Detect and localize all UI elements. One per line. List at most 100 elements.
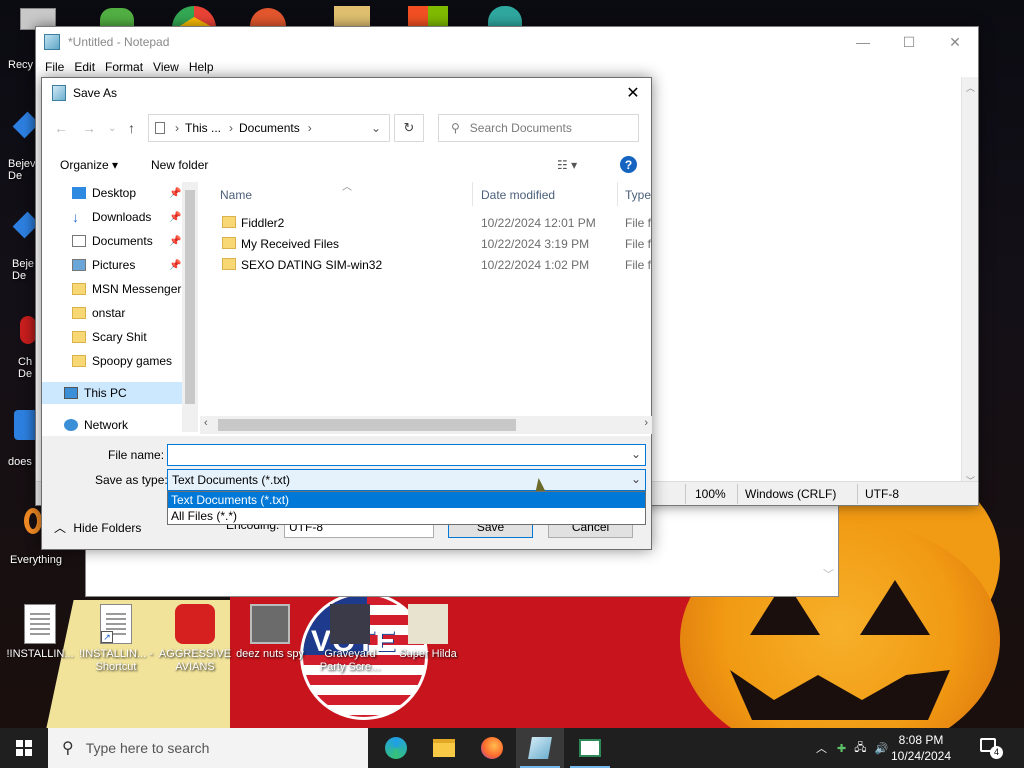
nav-item-this-pc[interactable]: This PC (42, 382, 182, 404)
scroll-left-icon[interactable]: ‹ (204, 417, 208, 429)
app-icon[interactable] (20, 316, 36, 344)
column-name[interactable]: Name (220, 188, 252, 202)
network-icon[interactable]: 🖧 (854, 739, 866, 758)
nav-item-scary-shit[interactable]: Scary Shit (42, 326, 198, 348)
minimize-button[interactable]: — (840, 27, 886, 57)
folder-icon (433, 739, 455, 757)
nav-item-spoopy-games[interactable]: Spoopy games (42, 350, 198, 372)
address-bar[interactable]: › This ... › Documents › ⌄ (148, 114, 390, 142)
nav-item-msn-messenger[interactable]: MSN Messenger (42, 278, 198, 300)
notification-center-button[interactable]: 4 (978, 738, 1004, 759)
breadcrumb-this-pc[interactable]: This ... (185, 121, 221, 135)
tray-app-icon[interactable]: ✚ (837, 742, 846, 755)
nav-pane-scrollbar[interactable] (182, 182, 198, 432)
menu-edit[interactable]: Edit (69, 60, 100, 74)
nav-item-desktop[interactable]: Desktop 📌 (42, 182, 198, 204)
dialog-close-button[interactable]: ✕ (621, 82, 645, 104)
start-button[interactable] (0, 728, 48, 768)
notepad-icon (52, 85, 66, 101)
taskbar-edge[interactable] (372, 728, 420, 768)
app-icon[interactable] (488, 6, 522, 28)
desktop-icon-label[interactable]: Bejev De (8, 158, 38, 182)
desktop-icon-label[interactable]: does (8, 456, 32, 468)
back-arrow-icon[interactable]: ← (54, 120, 68, 136)
desktop-icon-super-hilda[interactable]: Super Hilda (388, 604, 468, 661)
folder-icon (72, 307, 86, 319)
help-icon[interactable]: ? (620, 156, 637, 173)
windows-logo-icon[interactable] (408, 6, 448, 28)
desktop-icon-label[interactable]: Recy (8, 59, 33, 71)
file-name-input[interactable]: ⌄ (167, 444, 646, 466)
file-row[interactable]: SEXO DATING SIM-win32 10/22/2024 1:02 PM… (214, 254, 652, 275)
chevron-up-icon[interactable]: ︿ (816, 740, 827, 756)
refresh-button[interactable]: ↻ (394, 114, 424, 142)
windows-logo-icon (16, 740, 32, 756)
file-list-horizontal-scrollbar[interactable]: ‹ › (200, 416, 652, 434)
organize-button[interactable]: Organize ▾ (60, 158, 118, 172)
taskbar-search-box[interactable]: ⚲ Type here to search (48, 728, 368, 768)
nav-item-documents[interactable]: Documents 📌 (42, 230, 198, 252)
volume-icon[interactable]: 🔊 (874, 742, 888, 755)
chevron-down-icon[interactable]: ⌄ (631, 472, 641, 486)
taskbar-notepad[interactable] (516, 728, 564, 768)
desktop-icon-aggressive-avians[interactable]: AGGRESSIVE AVIANS (155, 604, 235, 674)
option-all-files[interactable]: All Files (*.*) (168, 508, 645, 524)
close-button[interactable]: ✕ (932, 27, 978, 57)
everything-search-icon[interactable] (24, 508, 42, 534)
desktop-icon (72, 187, 86, 199)
breadcrumb-separator: › (229, 121, 234, 135)
chevron-down-icon[interactable]: ⌄ (371, 121, 381, 135)
notepad-menubar: File Edit Format View Help (36, 57, 978, 77)
file-row[interactable]: Fiddler2 10/22/2024 12:01 PM File fo (214, 212, 652, 233)
menu-file[interactable]: File (40, 60, 69, 74)
breadcrumb-separator: › (307, 121, 312, 135)
notepad-titlebar[interactable]: *Untitled - Notepad (36, 27, 978, 57)
menu-help[interactable]: Help (184, 60, 219, 74)
messenger-icon[interactable] (100, 8, 134, 26)
breadcrumb-documents[interactable]: Documents (239, 121, 300, 135)
option-text-documents[interactable]: Text Documents (*.txt) (168, 492, 645, 508)
desktop-icon-deez-nuts-spy[interactable]: deez nuts spy (230, 604, 310, 661)
view-options-icon[interactable]: ☷ ▾ (557, 158, 577, 172)
navigation-bar: ← → ⌄ ↑ › This ... › Documents › ⌄ ↻ ⚲ S… (42, 112, 651, 146)
taskbar-file-explorer[interactable] (420, 728, 468, 768)
chrome-icon[interactable] (172, 6, 216, 28)
menu-format[interactable]: Format (100, 60, 148, 74)
up-arrow-icon[interactable]: ↑ (128, 120, 135, 136)
maximize-button[interactable]: ☐ (886, 27, 932, 57)
search-box[interactable]: ⚲ Search Documents (438, 114, 639, 142)
pin-icon: 📌 (169, 259, 182, 271)
vertical-scrollbar[interactable]: ︿ ﹀ (961, 77, 978, 491)
nav-item-network[interactable]: Network (42, 414, 198, 434)
taskbar-app[interactable] (566, 728, 614, 768)
file-row[interactable]: My Received Files 10/22/2024 3:19 PM Fil… (214, 233, 652, 254)
desktop-icon-label[interactable]: Everything (10, 554, 62, 566)
chevron-down-icon[interactable]: ⌄ (631, 447, 641, 461)
app-icon[interactable] (250, 8, 286, 28)
column-type[interactable]: Type (625, 188, 651, 202)
notepad-icon (44, 34, 60, 50)
text-document-icon: ↗ (100, 604, 132, 644)
nav-item-onstar[interactable]: onstar (42, 302, 198, 324)
network-icon (64, 419, 78, 431)
dialog-titlebar[interactable]: Save As (42, 78, 651, 108)
forward-arrow-icon[interactable]: → (82, 120, 96, 136)
desktop-icon-installing-shortcut[interactable]: ↗ !INSTALLIN... - Shortcut (76, 604, 156, 674)
recent-locations-icon[interactable]: ⌄ (108, 123, 116, 134)
menu-view[interactable]: View (148, 60, 184, 74)
save-as-type-select[interactable]: Text Documents (*.txt) ⌄ (167, 469, 646, 491)
file-list-header: Name ︿ Date modified Type (200, 182, 652, 208)
column-date-modified[interactable]: Date modified (481, 188, 555, 202)
clock[interactable]: 8:08 PM 10/24/2024 (888, 732, 954, 764)
new-folder-button[interactable]: New folder (151, 158, 208, 172)
scroll-down-icon[interactable]: ﹀ (823, 566, 834, 582)
scroll-right-icon[interactable]: › (644, 417, 648, 429)
desktop-icon-graveyard-party[interactable]: Graveyard Party Scre... (310, 604, 390, 674)
taskbar: ⚲ Type here to search ︿ ✚ 🖧 🔊 8:08 PM 10… (0, 728, 1024, 768)
nav-item-pictures[interactable]: Pictures 📌 (42, 254, 198, 276)
hide-folders-button[interactable]: ︿ Hide Folders (54, 519, 141, 536)
app-icon[interactable] (334, 6, 370, 28)
desktop-icon-installing[interactable]: !INSTALLIN... (0, 604, 80, 661)
taskbar-firefox[interactable] (468, 728, 516, 768)
nav-item-downloads[interactable]: ↓ Downloads 📌 (42, 206, 198, 228)
